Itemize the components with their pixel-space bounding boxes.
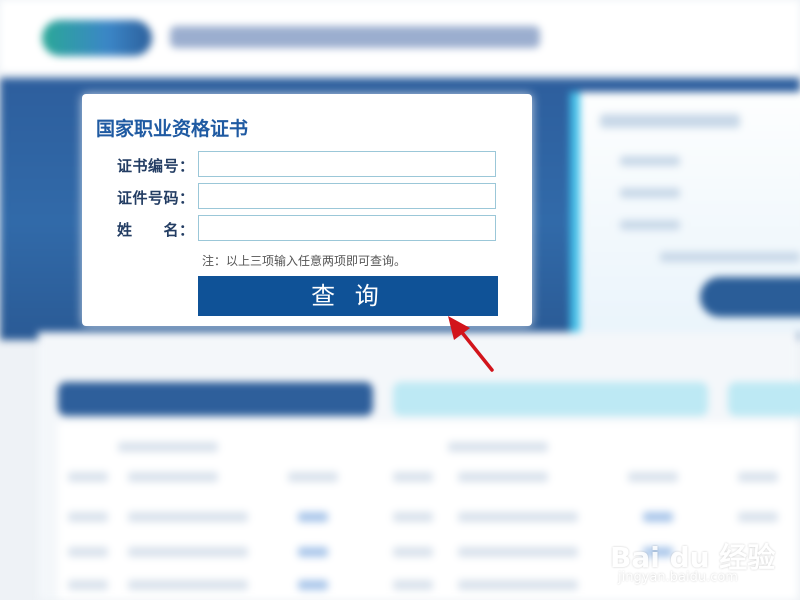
- certificate-number-label: 证书编号：: [117, 157, 195, 175]
- field-row-id-number: 证件号码：: [82, 183, 532, 213]
- certificate-number-input[interactable]: [198, 151, 496, 177]
- query-hint-note: 注：以上三项输入任意两项即可查询。: [202, 254, 407, 268]
- secondary-query-panel: [570, 92, 800, 332]
- results-tab-1: [58, 382, 373, 416]
- field-row-name: 姓 名：: [82, 215, 532, 245]
- results-tab-2: [393, 382, 708, 416]
- watermark-url: jingyan.baidu.com: [618, 570, 738, 585]
- site-title-blurred: [170, 26, 540, 48]
- id-number-input[interactable]: [198, 183, 496, 209]
- certificate-query-panel: 国家职业资格证书 证书编号： 证件号码： 姓 名： 注：以上三项输入任意两项即可…: [82, 94, 532, 326]
- annotation-arrow-icon: [448, 316, 494, 372]
- field-row-certificate-number: 证书编号：: [82, 151, 532, 181]
- page: 国家职业资格证书 证书编号： 证件号码： 姓 名： 注：以上三项输入任意两项即可…: [0, 0, 800, 600]
- results-tab-3: [728, 382, 800, 416]
- id-number-label: 证件号码：: [117, 189, 195, 207]
- site-logo: [42, 20, 152, 56]
- panel-title: 国家职业资格证书: [96, 118, 249, 140]
- name-input[interactable]: [198, 215, 496, 241]
- site-header: [0, 0, 800, 72]
- query-button[interactable]: 查 询: [198, 276, 498, 316]
- baidu-jingyan-watermark: Bai du 经验 jingyan.baidu.com: [610, 512, 790, 592]
- name-label: 姓 名：: [117, 221, 195, 239]
